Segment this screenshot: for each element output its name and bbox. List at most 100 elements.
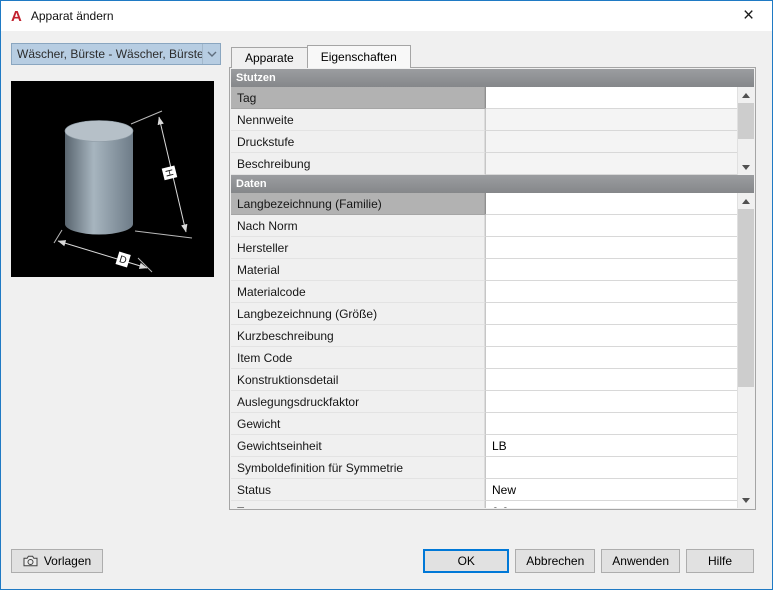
tab-strip: Apparate Eigenschaften [231, 45, 411, 68]
property-value-field[interactable] [485, 303, 737, 325]
property-value-field[interactable] [485, 87, 737, 109]
dimension-d-label: D [115, 251, 131, 268]
arrow-up-icon [742, 92, 750, 98]
property-value-field[interactable] [485, 281, 737, 303]
property-row[interactable]: Konstruktionsdetail [231, 369, 737, 391]
property-label[interactable]: Hersteller [231, 237, 485, 259]
titlebar[interactable]: A Apparat ändern × [1, 1, 772, 31]
camera-icon [23, 555, 38, 567]
dimension-h-label: H [161, 165, 178, 181]
apparat-aendern-dialog: A Apparat ändern × Wäscher, Bürste - Wäs… [0, 0, 773, 590]
scroll-up-button[interactable] [738, 193, 754, 209]
property-label[interactable]: Konstruktionsdetail [231, 369, 485, 391]
section-header-stutzen: Stutzen [231, 69, 754, 87]
property-row[interactable]: Item Code [231, 347, 737, 369]
property-value-field[interactable]: 0.0 [485, 501, 737, 508]
properties-panel: Stutzen Tag Nennweite Druckstufe Beschreibu… [229, 67, 756, 510]
property-label[interactable]: Nennweite [231, 109, 485, 131]
property-label[interactable]: Symboldefinition für Symmetrie [231, 457, 485, 479]
property-label[interactable]: Auslegungsdruckfaktor [231, 391, 485, 413]
property-label[interactable]: Tag [231, 501, 485, 508]
abbrechen-button[interactable]: Abbrechen [515, 549, 596, 573]
property-label[interactable]: Status [231, 479, 485, 501]
property-label[interactable]: Langbezeichnung (Größe) [231, 303, 485, 325]
close-button[interactable]: × [726, 1, 771, 30]
daten-scrollbar[interactable] [737, 193, 754, 508]
property-row[interactable]: Status New [231, 479, 737, 501]
equipment-preview: H D [11, 81, 214, 277]
property-value-field[interactable] [485, 391, 737, 413]
stutzen-rows-area: Tag Nennweite Druckstufe Beschreibung [231, 87, 754, 175]
property-row[interactable]: Gewicht [231, 413, 737, 435]
property-label[interactable]: Beschreibung [231, 153, 485, 175]
property-label[interactable]: Tag [231, 87, 485, 109]
footer-buttons: OK Abbrechen Anwenden Hilfe [423, 549, 754, 573]
scroll-thumb[interactable] [738, 209, 754, 387]
property-value-field[interactable] [485, 413, 737, 435]
property-row[interactable]: Kurzbeschreibung [231, 325, 737, 347]
property-row[interactable]: Tag0.0 [231, 501, 737, 508]
property-value-field[interactable] [485, 109, 737, 131]
ok-button[interactable]: OK [423, 549, 510, 573]
property-value-field[interactable]: LB [485, 435, 737, 457]
property-value-field[interactable] [485, 193, 737, 215]
property-label[interactable]: Gewichtseinheit [231, 435, 485, 457]
arrow-down-icon [742, 497, 750, 503]
property-row[interactable]: Auslegungsdruckfaktor [231, 391, 737, 413]
window-title: Apparat ändern [30, 9, 114, 23]
property-row[interactable]: Gewichtseinheit LB [231, 435, 737, 457]
stutzen-rows: Tag Nennweite Druckstufe Beschreibung [231, 87, 737, 175]
hilfe-button[interactable]: Hilfe [686, 549, 754, 573]
cylinder-drawing: H D [53, 110, 193, 273]
property-value-field[interactable] [485, 215, 737, 237]
property-label[interactable]: Langbezeichnung (Familie) [231, 193, 485, 215]
stutzen-scrollbar[interactable] [737, 87, 754, 175]
property-label[interactable]: Item Code [231, 347, 485, 369]
property-label[interactable]: Nach Norm [231, 215, 485, 237]
vorlagen-button[interactable]: Vorlagen [11, 549, 103, 573]
property-row[interactable]: Nach Norm [231, 215, 737, 237]
scroll-down-button[interactable] [738, 492, 754, 508]
property-value-field[interactable] [485, 325, 737, 347]
scroll-down-button[interactable] [738, 159, 754, 175]
arrow-down-icon [742, 164, 750, 170]
property-row[interactable]: Langbezeichnung (Größe) [231, 303, 737, 325]
property-value-field[interactable] [485, 153, 737, 175]
equipment-select-value: Wäscher, Bürste - Wäscher, Bürste [17, 47, 202, 61]
section-header-daten: Daten [231, 175, 754, 193]
property-value-field[interactable] [485, 131, 737, 153]
close-icon: × [742, 5, 755, 26]
chevron-down-icon[interactable] [202, 44, 220, 64]
property-row[interactable]: Tag [231, 87, 737, 109]
property-value-field[interactable] [485, 259, 737, 281]
property-value-field[interactable]: New [485, 479, 737, 501]
property-label[interactable]: Kurzbeschreibung [231, 325, 485, 347]
property-value-field[interactable] [485, 457, 737, 479]
property-row[interactable]: Beschreibung [231, 153, 737, 175]
property-label[interactable]: Materialcode [231, 281, 485, 303]
property-label[interactable]: Druckstufe [231, 131, 485, 153]
property-value-field[interactable] [485, 347, 737, 369]
autocad-logo-icon: A [11, 7, 22, 25]
property-row[interactable]: Hersteller [231, 237, 737, 259]
property-row[interactable]: Langbezeichnung (Familie) [231, 193, 737, 215]
arrow-up-icon [742, 198, 750, 204]
scroll-thumb[interactable] [738, 103, 754, 139]
property-value-field[interactable] [485, 369, 737, 391]
property-value-field[interactable] [485, 237, 737, 259]
equipment-select[interactable]: Wäscher, Bürste - Wäscher, Bürste [11, 43, 221, 65]
property-label[interactable]: Gewicht [231, 413, 485, 435]
property-row[interactable]: Materialcode [231, 281, 737, 303]
property-row[interactable]: Material [231, 259, 737, 281]
scroll-up-button[interactable] [738, 87, 754, 103]
property-row[interactable]: Druckstufe [231, 131, 737, 153]
vorlagen-button-label: Vorlagen [43, 554, 92, 568]
daten-rows: Langbezeichnung (Familie) Nach Norm Herste… [231, 193, 737, 508]
anwenden-button[interactable]: Anwenden [601, 549, 680, 573]
property-label[interactable]: Material [231, 259, 485, 281]
tab-apparate[interactable]: Apparate [231, 47, 308, 68]
daten-rows-area: Langbezeichnung (Familie) Nach Norm Herste… [231, 193, 754, 508]
property-row[interactable]: Nennweite [231, 109, 737, 131]
tab-eigenschaften[interactable]: Eigenschaften [306, 45, 411, 68]
property-row[interactable]: Symboldefinition für Symmetrie [231, 457, 737, 479]
